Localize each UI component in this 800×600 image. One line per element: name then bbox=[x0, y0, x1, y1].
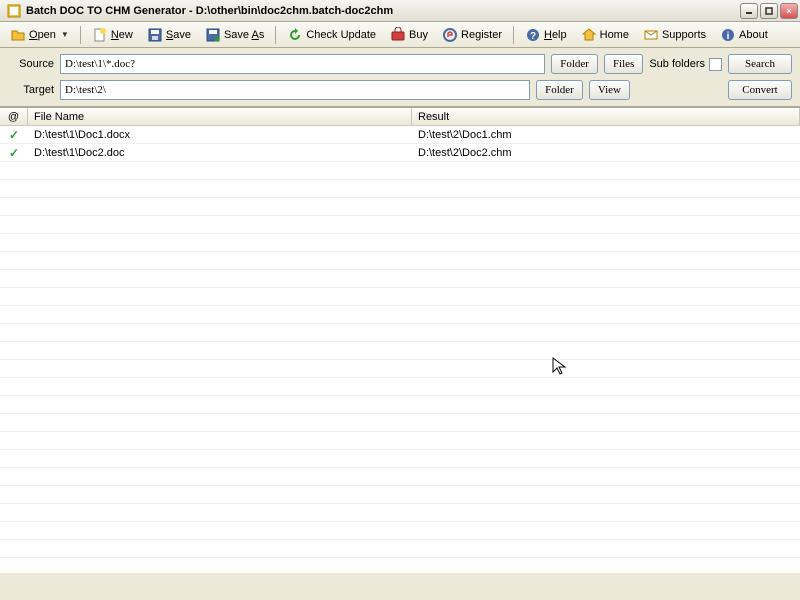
separator bbox=[80, 26, 81, 44]
column-filename[interactable]: File Name bbox=[28, 108, 412, 125]
open-folder-icon bbox=[10, 27, 26, 43]
source-files-button[interactable]: Files bbox=[604, 54, 643, 74]
checkupdate-button[interactable]: Check Update bbox=[281, 24, 382, 46]
table-row bbox=[0, 378, 800, 396]
svg-text:?: ? bbox=[530, 31, 536, 42]
table-row bbox=[0, 216, 800, 234]
subfolders-checkbox[interactable] bbox=[709, 58, 722, 71]
table-row bbox=[0, 432, 800, 450]
cell-result: D:\test\2\Doc1.chm bbox=[412, 129, 800, 141]
cell-result: D:\test\2\Doc2.chm bbox=[412, 147, 800, 159]
table-row bbox=[0, 468, 800, 486]
table-row bbox=[0, 252, 800, 270]
saveas-button[interactable]: Save As bbox=[199, 24, 270, 46]
table-row bbox=[0, 306, 800, 324]
register-button[interactable]: Register bbox=[436, 24, 508, 46]
maximize-button[interactable] bbox=[760, 3, 778, 19]
window-title: Batch DOC TO CHM Generator - D:\other\bi… bbox=[26, 5, 740, 17]
target-label: Target bbox=[8, 84, 54, 96]
check-icon: ✓ bbox=[9, 128, 19, 142]
supports-button[interactable]: Supports bbox=[637, 24, 712, 46]
table-row bbox=[0, 540, 800, 558]
supports-icon bbox=[643, 27, 659, 43]
table-row bbox=[0, 414, 800, 432]
paths-panel: Source Folder Files Sub folders Search T… bbox=[0, 48, 800, 107]
source-folder-button[interactable]: Folder bbox=[551, 54, 598, 74]
table-row bbox=[0, 504, 800, 522]
help-button[interactable]: ? Help bbox=[519, 24, 573, 46]
new-file-icon bbox=[92, 27, 108, 43]
svg-text:i: i bbox=[727, 31, 730, 42]
dropdown-arrow-icon: ▼ bbox=[59, 30, 69, 39]
saveas-icon bbox=[205, 27, 221, 43]
table-row[interactable]: ✓ D:\test\1\Doc2.docD:\test\2\Doc2.chm bbox=[0, 144, 800, 162]
column-status[interactable]: @ bbox=[0, 108, 28, 125]
convert-button[interactable]: Convert bbox=[728, 80, 792, 100]
table-row bbox=[0, 522, 800, 540]
separator bbox=[275, 26, 276, 44]
cell-filename: D:\test\1\Doc2.doc bbox=[28, 147, 412, 159]
file-list[interactable]: @ File Name Result ✓D:\test\1\Doc1.docxD… bbox=[0, 107, 800, 573]
table-row bbox=[0, 558, 800, 573]
target-input[interactable] bbox=[60, 80, 530, 100]
save-icon bbox=[147, 27, 163, 43]
home-icon bbox=[581, 27, 597, 43]
source-label: Source bbox=[8, 58, 54, 70]
table-row bbox=[0, 324, 800, 342]
minimize-button[interactable] bbox=[740, 3, 758, 19]
home-button[interactable]: Home bbox=[575, 24, 635, 46]
source-input[interactable] bbox=[60, 54, 545, 74]
open-button[interactable]: Open ▼ bbox=[4, 24, 75, 46]
toolbar: Open ▼ New Save Save As Check Update Buy… bbox=[0, 22, 800, 48]
search-button[interactable]: Search bbox=[728, 54, 792, 74]
table-row bbox=[0, 162, 800, 180]
close-button[interactable]: × bbox=[780, 3, 798, 19]
buy-button[interactable]: Buy bbox=[384, 24, 434, 46]
table-row bbox=[0, 198, 800, 216]
subfolders-label: Sub folders bbox=[649, 58, 705, 70]
table-row bbox=[0, 486, 800, 504]
register-icon bbox=[442, 27, 458, 43]
column-result[interactable]: Result bbox=[412, 108, 800, 125]
cell-filename: D:\test\1\Doc1.docx bbox=[28, 129, 412, 141]
table-row bbox=[0, 270, 800, 288]
table-row bbox=[0, 180, 800, 198]
new-button[interactable]: New bbox=[86, 24, 139, 46]
target-view-button[interactable]: View bbox=[589, 80, 630, 100]
table-row[interactable]: ✓ D:\test\1\Doc1.docxD:\test\2\Doc1.chm bbox=[0, 126, 800, 144]
separator bbox=[513, 26, 514, 44]
save-button[interactable]: Save bbox=[141, 24, 197, 46]
refresh-icon bbox=[287, 27, 303, 43]
list-header: @ File Name Result bbox=[0, 108, 800, 126]
table-row bbox=[0, 342, 800, 360]
buy-icon bbox=[390, 27, 406, 43]
table-row bbox=[0, 234, 800, 252]
titlebar: Batch DOC TO CHM Generator - D:\other\bi… bbox=[0, 0, 800, 22]
help-icon: ? bbox=[525, 27, 541, 43]
app-icon bbox=[6, 3, 22, 19]
table-row bbox=[0, 450, 800, 468]
table-row bbox=[0, 360, 800, 378]
about-button[interactable]: i About bbox=[714, 24, 774, 46]
table-row bbox=[0, 396, 800, 414]
table-row bbox=[0, 288, 800, 306]
check-icon: ✓ bbox=[9, 146, 19, 160]
about-icon: i bbox=[720, 27, 736, 43]
target-folder-button[interactable]: Folder bbox=[536, 80, 583, 100]
